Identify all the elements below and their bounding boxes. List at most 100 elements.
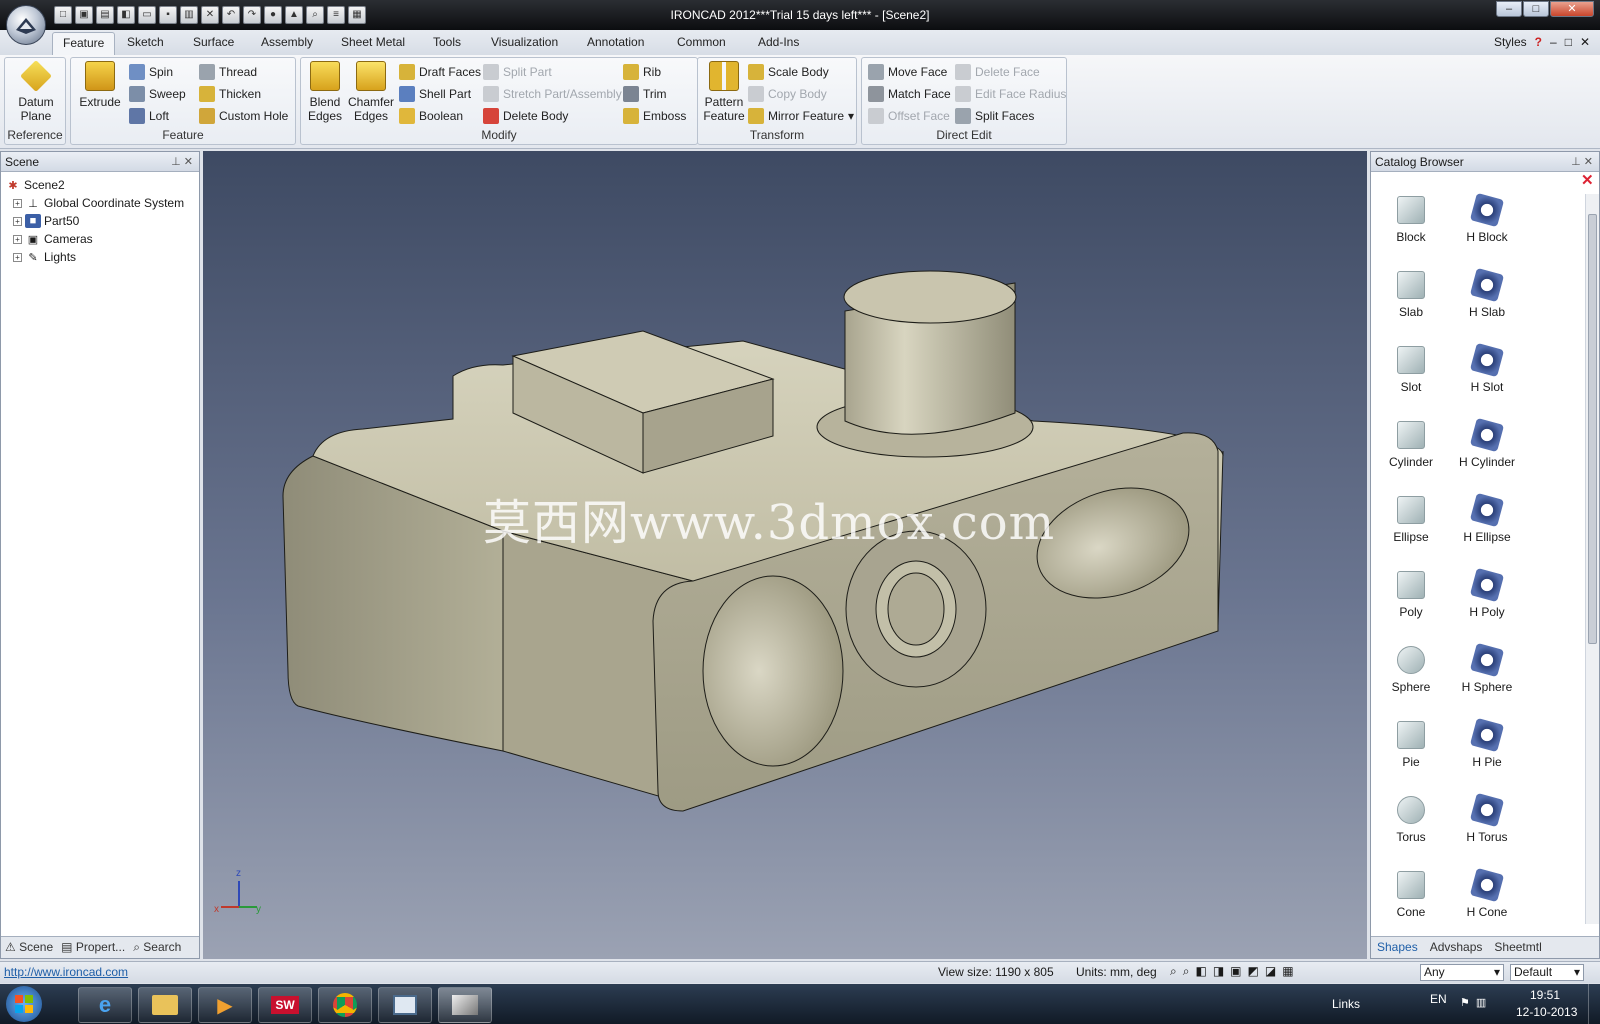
start-button[interactable] [6,986,42,1022]
tree-node-part50[interactable]: + ■ Part50 [5,212,195,230]
tab-sheet-metal[interactable]: Sheet Metal [341,35,405,49]
tab-scene[interactable]: ⚠ Scene [5,940,53,955]
close-button[interactable]: ✕ [1550,1,1594,17]
action-center-icon[interactable]: ⚑ [1460,996,1470,1009]
scale-body-button[interactable]: Scale Body [748,62,829,81]
trim-button[interactable]: Trim [623,84,667,103]
expand-icon[interactable]: + [13,234,22,244]
catalog-item-h-cylinder[interactable]: H Cylinder [1447,417,1527,469]
tab-properties[interactable]: ▤ Propert... [61,940,125,955]
catalog-close-icon[interactable]: ✕ [1581,173,1595,188]
edit-face-radius-button[interactable]: Edit Face Radius [955,84,1066,103]
zoom-fit-icon[interactable]: ⌕ [1170,964,1177,979]
catalog-item-sphere[interactable]: Sphere [1371,646,1451,694]
catalog-item-cylinder[interactable]: Cylinder [1371,421,1451,469]
tab-sketch[interactable]: Sketch [127,35,164,49]
catalog-item-h-block[interactable]: H Block [1447,192,1527,244]
datum-plane-button[interactable]: Datum Plane [11,60,61,123]
tab-search[interactable]: ⌕ Search [133,940,181,955]
expand-icon[interactable]: + [13,216,22,226]
ribbon-restore-icon[interactable]: □ [1565,35,1572,49]
pin-icon[interactable]: ⊥ [1571,156,1581,168]
custom-hole-button[interactable]: Custom Hole [199,106,288,125]
tree-node-lights[interactable]: + ✎ Lights [5,248,195,266]
catalog-item-h-slab[interactable]: H Slab [1447,267,1527,319]
view-orient-icon[interactable]: ◧ [1195,964,1206,979]
zoom-icon[interactable]: ⌕ [1183,964,1190,979]
extrude-button[interactable]: Extrude [77,61,123,109]
mirror-feature-button[interactable]: Mirror Feature ▾ [748,106,854,125]
ribbon-close-icon[interactable]: ✕ [1580,35,1590,49]
style-dropdown[interactable]: Default ▾ [1510,964,1584,981]
pattern-feature-button[interactable]: Pattern Feature [701,61,747,123]
rib-button[interactable]: Rib [623,62,661,81]
selection-filter-dropdown[interactable]: Any ▾ [1420,964,1504,981]
catalog-item-cone[interactable]: Cone [1371,871,1451,919]
catalog-item-h-ellipse[interactable]: H Ellipse [1447,492,1527,544]
display-mode-icon[interactable]: ◪ [1265,964,1276,979]
camera-icon[interactable]: ▣ [1230,964,1241,979]
loft-button[interactable]: Loft [129,106,169,125]
clock-time[interactable]: 19:51 [1530,988,1560,1002]
catalog-item-torus[interactable]: Torus [1371,796,1451,844]
scrollbar-thumb[interactable] [1588,214,1597,644]
application-menu-button[interactable] [6,5,46,45]
catalog-item-h-torus[interactable]: H Torus [1447,792,1527,844]
tab-visualization[interactable]: Visualization [491,35,558,49]
stretch-part-button[interactable]: Stretch Part/Assembly [483,84,622,103]
offset-face-button[interactable]: Offset Face [868,106,950,125]
expand-icon[interactable]: + [13,252,22,262]
taskbar-internet-explorer[interactable]: e [78,987,132,1023]
render-mode-icon[interactable]: ◨ [1213,964,1224,979]
tab-annotation[interactable]: Annotation [587,35,644,49]
clock-date[interactable]: 12-10-2013 [1516,1005,1577,1019]
taskbar-explorer[interactable] [138,987,192,1023]
tab-assembly[interactable]: Assembly [261,35,313,49]
draft-faces-button[interactable]: Draft Faces [399,62,481,81]
catalog-item-h-slot[interactable]: H Slot [1447,342,1527,394]
taskbar-solidworks[interactable]: SW [258,987,312,1023]
catalog-item-slot[interactable]: Slot [1371,346,1451,394]
maximize-button[interactable]: □ [1523,1,1549,17]
section-icon[interactable]: ◩ [1248,964,1259,979]
tab-sheetmtl[interactable]: Sheetmtl [1494,940,1541,955]
tab-advshaps[interactable]: Advshaps [1430,940,1483,955]
tab-common[interactable]: Common [677,35,726,49]
taskbar-media-player[interactable]: ▶ [198,987,252,1023]
pin-icon[interactable]: ⊥ [171,156,181,168]
tab-add-ins[interactable]: Add-Ins [758,35,799,49]
match-face-button[interactable]: Match Face [868,84,951,103]
spin-button[interactable]: Spin [129,62,173,81]
sweep-button[interactable]: Sweep [129,84,186,103]
split-part-button[interactable]: Split Part [483,62,552,81]
selection-filter-icon[interactable]: ▦ [1282,964,1293,979]
catalog-item-poly[interactable]: Poly [1371,571,1451,619]
catalog-item-ellipse[interactable]: Ellipse [1371,496,1451,544]
links-toolbar[interactable]: Links [1332,997,1360,1011]
network-icon[interactable]: ▥ [1476,996,1486,1009]
catalog-scrollbar[interactable] [1585,194,1599,924]
tree-node-cameras[interactable]: + ▣ Cameras [5,230,195,248]
catalog-item-h-pie[interactable]: H Pie [1447,717,1527,769]
copy-body-button[interactable]: Copy Body [748,84,827,103]
blend-edges-button[interactable]: Blend Edges [305,61,345,123]
delete-face-button[interactable]: Delete Face [955,62,1040,81]
help-icon[interactable]: ? [1535,35,1542,49]
catalog-item-pie[interactable]: Pie [1371,721,1451,769]
tab-surface[interactable]: Surface [193,35,234,49]
expand-icon[interactable]: + [13,198,22,208]
3d-viewport[interactable]: 莫西网www.3dmox.com z x y [203,151,1367,959]
close-icon[interactable]: ✕ [184,156,193,168]
close-icon[interactable]: ✕ [1584,156,1593,168]
catalog-item-h-sphere[interactable]: H Sphere [1447,642,1527,694]
thicken-button[interactable]: Thicken [199,84,261,103]
catalog-item-slab[interactable]: Slab [1371,271,1451,319]
delete-body-button[interactable]: Delete Body [483,106,568,125]
taskbar-chrome[interactable] [318,987,372,1023]
taskbar-ironcad[interactable] [438,987,492,1023]
emboss-button[interactable]: Emboss [623,106,686,125]
tab-shapes[interactable]: Shapes [1377,940,1418,955]
tree-node-global-coordinate-system[interactable]: + ⊥ Global Coordinate System [5,194,195,212]
ironcad-link[interactable]: http://www.ironcad.com [4,965,128,979]
chamfer-edges-button[interactable]: Chamfer Edges [345,61,397,123]
